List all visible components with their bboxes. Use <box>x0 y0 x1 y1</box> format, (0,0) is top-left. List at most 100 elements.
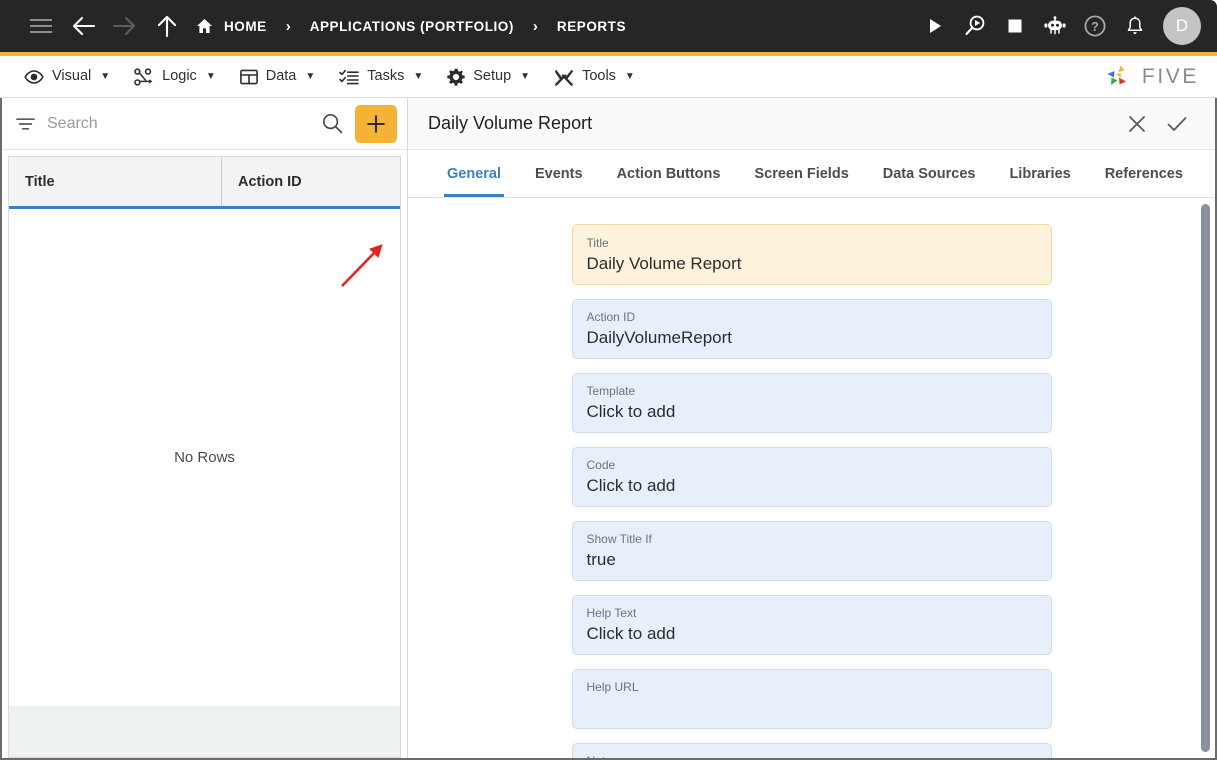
close-icon[interactable] <box>1117 104 1157 144</box>
tab-libraries[interactable]: Libraries <box>992 150 1087 197</box>
tab-action-buttons[interactable]: Action Buttons <box>600 150 738 197</box>
checklist-icon <box>339 69 360 85</box>
search-icon[interactable] <box>315 107 349 141</box>
grid-body: No Rows <box>9 209 400 706</box>
chatbot-icon[interactable] <box>1035 6 1075 46</box>
chevron-down-icon: ▼ <box>100 71 111 82</box>
top-navigation-bar: HOME › APPLICATIONS (PORTFOLIO) › REPORT… <box>0 0 1217 52</box>
top-actions: ? D <box>915 6 1203 46</box>
home-icon <box>196 18 213 34</box>
chevron-down-icon: ▼ <box>520 71 531 82</box>
chevron-down-icon: ▼ <box>413 71 424 82</box>
tab-data-sources[interactable]: Data Sources <box>866 150 993 197</box>
column-header-title[interactable]: Title <box>9 157 221 206</box>
column-header-action-id[interactable]: Action ID <box>221 157 400 206</box>
field-value-show-title-if: true <box>586 549 616 569</box>
breadcrumb-nav: HOME › APPLICATIONS (PORTFOLIO) › REPORT… <box>20 6 915 46</box>
menu-tasks-label: Tasks <box>367 68 405 85</box>
tab-events[interactable]: Events <box>518 150 600 197</box>
breadcrumb-item-applications[interactable]: APPLICATIONS (PORTFOLIO) <box>308 19 516 34</box>
field-value-help-text: Click to add <box>586 623 676 643</box>
app-window: HOME › APPLICATIONS (PORTFOLIO) › REPORT… <box>0 0 1217 760</box>
detail-header: Daily Volume Report <box>408 98 1215 150</box>
add-button[interactable] <box>355 104 397 143</box>
main-body: Title Action ID No Rows Daily <box>0 98 1217 760</box>
detail-panel: Daily Volume Report General Events Actio… <box>408 98 1215 758</box>
gear-icon <box>447 68 465 86</box>
menu-visual-label: Visual <box>52 68 92 85</box>
stop-icon[interactable] <box>995 6 1035 46</box>
field-label-action-id: Action ID <box>586 309 636 324</box>
left-panel-footer <box>8 706 401 758</box>
workflow-nodes-icon <box>134 67 154 86</box>
field-value-help-url <box>587 697 1037 720</box>
five-logo-mark <box>1105 64 1135 90</box>
run-icon[interactable] <box>915 6 955 46</box>
field-label-help-url: Help URL <box>586 679 639 694</box>
breadcrumb-item-home[interactable]: HOME <box>196 18 269 34</box>
arrow-up-icon[interactable] <box>146 6 188 46</box>
chevron-down-icon: ▼ <box>205 71 216 82</box>
search-input[interactable] <box>47 114 315 133</box>
field-title[interactable]: Title Daily Volume Report <box>571 224 1052 285</box>
left-list-panel: Title Action ID No Rows <box>2 98 408 758</box>
menu-tools[interactable]: Tools ▼ <box>548 56 653 97</box>
form-scrollbar[interactable] <box>1200 198 1212 758</box>
breadcrumb-label-home: HOME <box>224 18 267 34</box>
field-action-id[interactable]: Action ID DailyVolumeReport <box>571 298 1052 359</box>
empty-state-message: No Rows <box>174 449 235 466</box>
help-icon[interactable]: ? <box>1075 6 1115 46</box>
tab-general[interactable]: General <box>430 150 518 197</box>
five-logo: FIVE <box>1105 64 1199 90</box>
filter-icon[interactable] <box>16 117 35 131</box>
field-value-code: Click to add <box>586 475 676 495</box>
eye-icon <box>24 69 44 85</box>
menu-setup-label: Setup <box>473 68 512 85</box>
field-template[interactable]: Template Click to add <box>571 372 1052 433</box>
notifications-icon[interactable] <box>1115 6 1155 46</box>
field-code[interactable]: Code Click to add <box>571 446 1052 507</box>
menu-setup[interactable]: Setup ▼ <box>441 56 548 97</box>
page-title: Daily Volume Report <box>428 113 593 133</box>
check-icon[interactable] <box>1157 104 1197 144</box>
field-label-code: Code <box>586 457 616 472</box>
menu-data[interactable]: Data ▼ <box>234 56 334 97</box>
records-grid: Title Action ID No Rows <box>8 156 401 706</box>
field-label-title: Title <box>586 236 609 250</box>
field-value-action-id: DailyVolumeReport <box>586 327 733 347</box>
menu-tools-label: Tools <box>582 68 616 85</box>
chevron-down-icon: ▼ <box>305 71 316 82</box>
field-value-template: Click to add <box>586 401 676 421</box>
field-show-title-if[interactable]: Show Title If true <box>571 520 1052 581</box>
menu-logic[interactable]: Logic ▼ <box>128 56 234 97</box>
field-notes[interactable]: Notes Click to add <box>571 742 1052 758</box>
tab-screen-fields[interactable]: Screen Fields <box>737 150 865 197</box>
grid-header-row: Title Action ID <box>9 157 400 209</box>
hamburger-icon[interactable] <box>20 6 62 46</box>
arrow-right-icon[interactable] <box>104 6 146 46</box>
field-help-url[interactable]: Help URL <box>571 668 1052 729</box>
field-label-notes: Notes <box>587 752 1037 758</box>
field-label-template: Template <box>586 383 636 398</box>
chevron-down-icon: ▼ <box>624 71 635 82</box>
form-scrollbar-thumb[interactable] <box>1201 204 1210 752</box>
form-fields: Title Daily Volume Report Action ID Dail… <box>408 198 1215 758</box>
debug-icon[interactable] <box>955 6 995 46</box>
breadcrumb-separator: › <box>285 17 291 35</box>
field-label-help-text: Help Text <box>586 605 637 620</box>
tab-references[interactable]: References <box>1088 150 1200 197</box>
field-help-text[interactable]: Help Text Click to add <box>571 594 1052 655</box>
menu-visual[interactable]: Visual ▼ <box>18 56 128 97</box>
form-scroll-area: Title Daily Volume Report Action ID Dail… <box>408 198 1215 758</box>
breadcrumb-item-reports[interactable]: REPORTS <box>555 19 628 34</box>
menu-bar: Visual ▼ Logic ▼ Data ▼ Tasks ▼ Setup ▼ … <box>0 56 1217 98</box>
detail-tabs: General Events Action Buttons Screen Fie… <box>408 150 1215 198</box>
arrow-left-icon[interactable] <box>62 6 104 46</box>
menu-logic-label: Logic <box>162 68 197 85</box>
avatar[interactable]: D <box>1163 7 1201 45</box>
breadcrumb-separator-2: › <box>532 17 538 35</box>
five-logo-text: FIVE <box>1141 64 1199 88</box>
search-toolbar <box>2 98 407 150</box>
menu-tasks[interactable]: Tasks ▼ <box>333 56 441 97</box>
tools-icon <box>554 68 574 86</box>
